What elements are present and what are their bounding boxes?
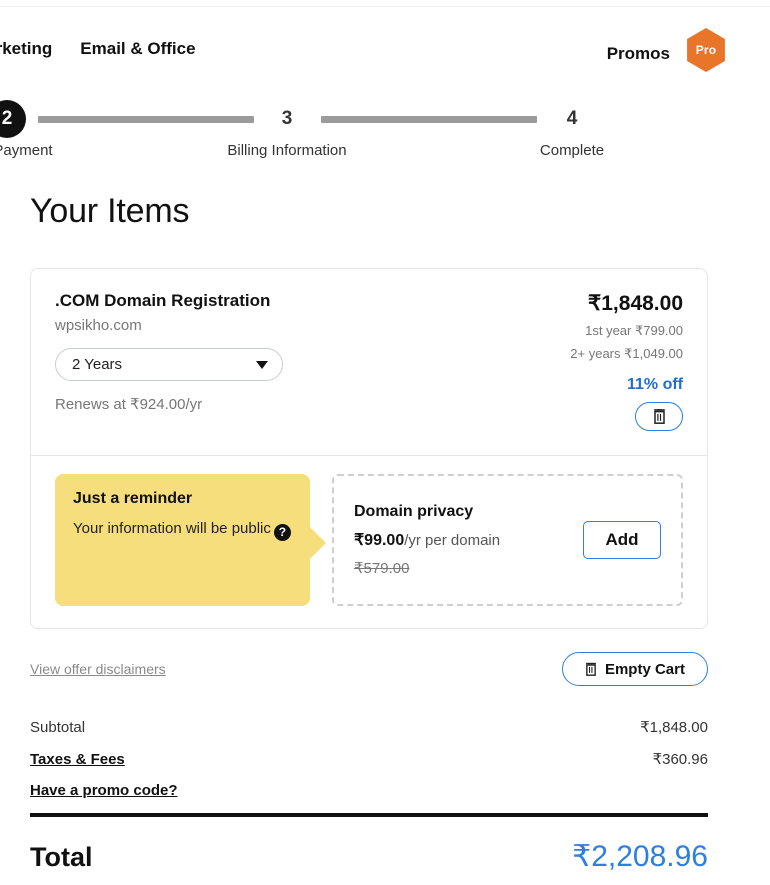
totals-row-promo: Have a promo code?	[30, 782, 708, 799]
order-totals: Subtotal ₹1,848.00 Taxes & Fees ₹360.96 …	[30, 718, 708, 874]
stepper-step-2-circle: 2	[0, 100, 26, 138]
nav-links-group: Marketing Email & Office	[0, 32, 196, 66]
domain-privacy-upsell: Domain privacy ₹99.00/yr per domain ₹579…	[332, 474, 683, 606]
promo-code-link[interactable]: Have a promo code?	[30, 782, 178, 799]
cart-item-card: .COM Domain Registration wpsikho.com 2 Y…	[30, 268, 708, 629]
nav-link-marketing[interactable]: Marketing	[0, 32, 52, 66]
subtotal-label: Subtotal	[30, 719, 86, 736]
trash-icon	[586, 662, 596, 676]
nav-promos-group: Promos Pro	[607, 28, 728, 76]
cart-item-addons: Just a reminder Your information will be…	[31, 456, 707, 628]
chevron-down-icon	[256, 360, 268, 369]
stepper-step-3-number: 3	[281, 108, 293, 129]
trash-icon	[653, 409, 665, 424]
stepper-step-3-label: Billing Information	[227, 142, 347, 159]
price-additional-years: 2+ years ₹1,049.00	[570, 346, 683, 361]
nav-link-email-office[interactable]: Email & Office	[80, 32, 195, 66]
top-navigation: Marketing Email & Office Promos Pro	[0, 28, 770, 72]
domain-privacy-price: ₹99.00/yr per domain	[354, 530, 500, 550]
empty-cart-button[interactable]: Empty Cart	[561, 652, 708, 686]
add-domain-privacy-button[interactable]: Add	[583, 521, 661, 559]
domain-privacy-title: Domain privacy	[354, 503, 474, 520]
empty-cart-label: Empty Cart	[604, 660, 685, 678]
stepper-step-4-number: 4	[566, 108, 578, 129]
reminder-body: Your information will be public?	[73, 517, 292, 541]
domain-privacy-old-price: ₹579.00	[354, 560, 410, 577]
page-title: Your Items	[30, 192, 190, 230]
reminder-title: Just a reminder	[73, 490, 193, 507]
checkout-cart-page: Marketing Email & Office Promos Pro 2 Pa…	[0, 0, 770, 885]
stepper-step-2-label: Payment	[0, 142, 53, 159]
subtotal-value: ₹1,848.00	[640, 719, 708, 736]
cart-item-price-block: ₹1,848.00 1st year ₹799.00 2+ years ₹1,0…	[423, 291, 683, 431]
domain-privacy-period: /yr per domain	[404, 532, 501, 549]
taxes-fees-link[interactable]: Taxes & Fees	[30, 751, 125, 768]
price-first-year: 1st year ₹799.00	[585, 323, 683, 338]
totals-row-subtotal: Subtotal ₹1,848.00	[30, 718, 708, 736]
term-length-value: 2 Years	[72, 356, 123, 373]
domain-privacy-amount: ₹99.00	[354, 532, 405, 549]
stepper-bar-3-4	[321, 116, 537, 123]
taxes-fees-value: ₹360.96	[652, 751, 708, 768]
help-circle-icon[interactable]: ?	[273, 523, 291, 541]
grand-total-row: Total ₹2,208.96	[30, 839, 708, 874]
pro-badge-icon[interactable]: Pro	[687, 28, 725, 72]
reminder-callout-wrapper: Just a reminder Your information will be…	[55, 474, 326, 606]
grand-total-value: ₹2,208.96	[572, 840, 708, 873]
top-divider	[0, 6, 770, 7]
cart-item-price: ₹1,848.00	[587, 292, 683, 315]
checkout-stepper: 2 Payment 3 Billing Information 4 Comple…	[0, 100, 770, 170]
stepper-step-4-label: Complete	[539, 142, 605, 159]
totals-divider	[30, 813, 708, 817]
totals-row-taxes: Taxes & Fees ₹360.96	[30, 750, 708, 768]
grand-total-label: Total	[30, 842, 93, 872]
reminder-callout: Just a reminder Your information will be…	[55, 474, 326, 606]
cart-actions-row: View offer disclaimers Empty Cart	[30, 652, 708, 686]
stepper-bar-2-3	[38, 116, 254, 123]
cart-item-details: .COM Domain Registration wpsikho.com 2 Y…	[31, 269, 707, 455]
reminder-body-text: Your information will be public	[73, 520, 271, 537]
remove-item-button[interactable]	[635, 402, 683, 431]
term-length-select[interactable]: 2 Years	[55, 348, 283, 381]
domain-privacy-info: Domain privacy ₹99.00/yr per domain ₹579…	[354, 503, 500, 577]
nav-link-promos[interactable]: Promos	[607, 37, 670, 71]
discount-badge: 11% off	[626, 376, 683, 393]
view-offer-disclaimers-link[interactable]: View offer disclaimers	[30, 661, 166, 677]
